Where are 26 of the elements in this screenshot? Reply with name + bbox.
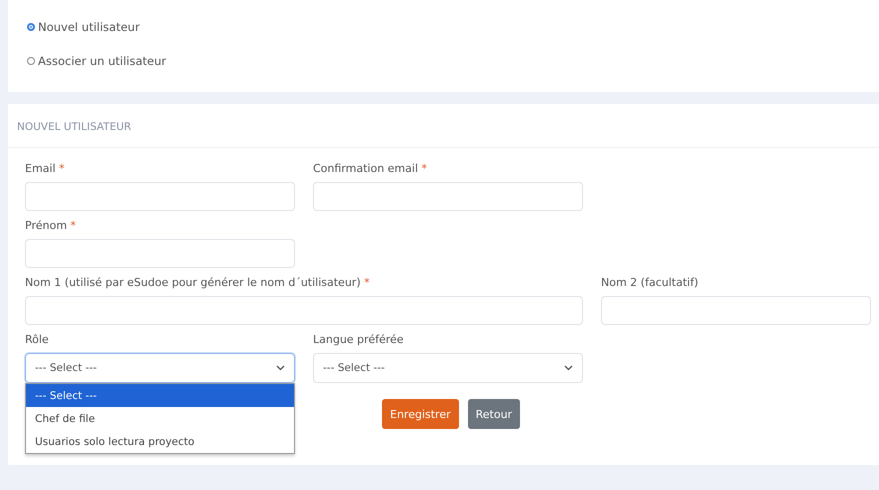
section-title: NOUVEL UTILISATEUR bbox=[8, 104, 879, 148]
input-field[interactable] bbox=[313, 182, 583, 211]
input-field[interactable] bbox=[25, 296, 583, 325]
input-field[interactable] bbox=[25, 239, 295, 268]
dropdown-option[interactable]: Usuarios solo lectura proyecto bbox=[26, 430, 294, 453]
field-label: Confirmation email * bbox=[313, 162, 428, 176]
select-field[interactable]: --- Select --- bbox=[313, 353, 583, 383]
back-button[interactable]: Retour bbox=[468, 399, 520, 429]
dropdown-option[interactable]: --- Select --- bbox=[26, 384, 294, 407]
radio-option[interactable]: Nouvel utilisateur bbox=[27, 20, 879, 34]
input-field[interactable] bbox=[601, 296, 871, 325]
chevron-down-icon bbox=[564, 365, 573, 371]
field-label: Langue préférée bbox=[313, 333, 405, 347]
field-label: Nom 1 (utilisé par eSudoe pour générer le nom d´utilisateur) * bbox=[25, 276, 371, 290]
field-label: Nom 2 (facultatif) bbox=[601, 276, 700, 290]
radio-icon[interactable] bbox=[27, 23, 35, 31]
field-label: Email * bbox=[25, 162, 66, 176]
chevron-down-icon bbox=[276, 365, 285, 371]
field-label: Rôle bbox=[25, 333, 50, 347]
dropdown-option[interactable]: Chef de file bbox=[26, 407, 294, 430]
select-field[interactable]: --- Select --- bbox=[25, 353, 295, 383]
field-label: Prénom * bbox=[25, 219, 77, 233]
radio-icon[interactable] bbox=[27, 57, 35, 65]
input-field[interactable] bbox=[25, 182, 295, 211]
radio-option[interactable]: Associer un utilisateur bbox=[27, 54, 879, 68]
save-button[interactable]: Enregistrer bbox=[382, 399, 459, 429]
